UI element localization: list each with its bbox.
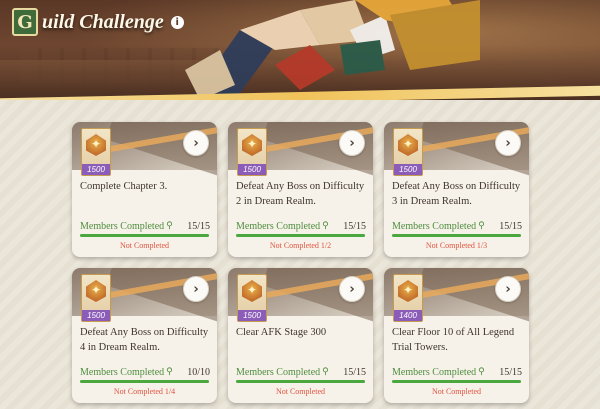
members-completed-label: Members Completed <box>80 366 165 378</box>
progress-fill <box>80 234 209 237</box>
reward-item[interactable]: 1500 <box>81 128 111 176</box>
challenge-card[interactable]: 1500 › Defeat Any Boss on Difficulty 4 i… <box>72 268 217 403</box>
reward-item[interactable]: 1500 <box>393 128 423 176</box>
chevron-right-icon: › <box>349 135 355 151</box>
chevron-right-icon: › <box>193 135 199 151</box>
progress-bar <box>392 234 521 237</box>
progress-fill <box>236 234 365 237</box>
members-count: 15/15 <box>499 220 522 232</box>
guild-medal-icon <box>398 280 418 302</box>
progress-fill <box>236 380 365 383</box>
progress-fill <box>80 380 209 383</box>
members-completed-row[interactable]: Members Completed ⚲ 15/15 <box>236 219 366 233</box>
challenge-card[interactable]: 1500 › Defeat Any Boss on Difficulty 2 i… <box>228 122 373 257</box>
challenge-card[interactable]: 1400 › Clear Floor 10 of All Legend Tria… <box>384 268 529 403</box>
challenge-card[interactable]: 1500 › Clear AFK Stage 300 Members Compl… <box>228 268 373 403</box>
status-text: Not Completed <box>431 387 482 396</box>
magnifier-icon[interactable]: ⚲ <box>166 367 173 377</box>
hands-together-artwork <box>185 0 480 100</box>
challenge-description: Defeat Any Boss on Difficulty 3 in Dream… <box>392 181 521 207</box>
status-text: Not Completed <box>119 241 170 250</box>
guild-medal-icon <box>86 280 106 302</box>
guild-medal-icon <box>398 134 418 156</box>
members-completed-row[interactable]: Members Completed ⚲ 15/15 <box>392 365 522 379</box>
members-count: 15/15 <box>343 220 366 232</box>
challenge-description: Clear AFK Stage 300 <box>236 327 327 338</box>
magnifier-icon[interactable]: ⚲ <box>478 221 485 231</box>
members-completed-label: Members Completed <box>236 366 321 378</box>
reward-amount: 1400 <box>394 310 422 321</box>
members-completed-row[interactable]: Members Completed ⚲ 10/10 <box>80 365 210 379</box>
status-text: Not Completed 1/3 <box>425 241 488 250</box>
chevron-right-icon: › <box>505 281 511 297</box>
challenge-description: Clear Floor 10 of All Legend Trial Tower… <box>392 327 515 353</box>
progress-bar <box>80 380 209 383</box>
page-title-text: uild Challenge <box>42 10 164 33</box>
status-text: Not Completed <box>275 387 326 396</box>
go-button[interactable]: › <box>183 276 209 302</box>
chevron-right-icon: › <box>349 281 355 297</box>
challenge-card[interactable]: 1500 › Complete Chapter 3. Members Compl… <box>72 122 217 257</box>
members-completed-label: Members Completed <box>392 220 477 232</box>
members-count: 15/15 <box>343 366 366 378</box>
guild-medal-icon <box>242 280 262 302</box>
reward-item[interactable]: 1500 <box>237 128 267 176</box>
magnifier-icon[interactable]: ⚲ <box>322 367 329 377</box>
progress-bar <box>236 380 365 383</box>
reward-amount: 1500 <box>82 164 110 175</box>
reward-amount: 1500 <box>82 310 110 321</box>
info-icon[interactable]: i <box>170 15 184 29</box>
magnifier-icon[interactable]: ⚲ <box>478 367 485 377</box>
progress-fill <box>392 234 521 237</box>
members-count: 15/15 <box>499 366 522 378</box>
chevron-right-icon: › <box>505 135 511 151</box>
members-count: 10/10 <box>187 366 210 378</box>
challenge-card[interactable]: 1500 › Defeat Any Boss on Difficulty 3 i… <box>384 122 529 257</box>
reward-amount: 1500 <box>238 164 266 175</box>
magnifier-icon[interactable]: ⚲ <box>322 221 329 231</box>
guild-banner: G uild Challenge i <box>0 0 600 100</box>
go-button[interactable]: › <box>339 276 365 302</box>
challenge-description: Complete Chapter 3. <box>80 181 168 192</box>
title-initial-badge: G <box>12 8 38 36</box>
reward-item[interactable]: 1500 <box>81 274 111 322</box>
status-text: Not Completed 1/4 <box>113 387 176 396</box>
members-completed-row[interactable]: Members Completed ⚲ 15/15 <box>392 219 522 233</box>
challenge-description: Defeat Any Boss on Difficulty 2 in Dream… <box>236 181 365 207</box>
reward-item[interactable]: 1400 <box>393 274 423 322</box>
guild-medal-icon <box>242 134 262 156</box>
go-button[interactable]: › <box>183 130 209 156</box>
progress-bar <box>392 380 521 383</box>
chevron-right-icon: › <box>193 281 199 297</box>
magnifier-icon[interactable]: ⚲ <box>166 221 173 231</box>
go-button[interactable]: › <box>495 130 521 156</box>
members-completed-label: Members Completed <box>236 220 321 232</box>
go-button[interactable]: › <box>495 276 521 302</box>
challenge-description: Defeat Any Boss on Difficulty 4 in Dream… <box>80 327 209 353</box>
members-count: 15/15 <box>187 220 210 232</box>
reward-amount: 1500 <box>394 164 422 175</box>
challenge-grid: 1500 › Complete Chapter 3. Members Compl… <box>0 100 600 409</box>
members-completed-label: Members Completed <box>392 366 477 378</box>
reward-amount: 1500 <box>238 310 266 321</box>
reward-item[interactable]: 1500 <box>237 274 267 322</box>
page-title: G uild Challenge i <box>12 8 184 36</box>
members-completed-label: Members Completed <box>80 220 165 232</box>
status-text: Not Completed 1/2 <box>269 241 332 250</box>
members-completed-row[interactable]: Members Completed ⚲ 15/15 <box>236 365 366 379</box>
progress-fill <box>392 380 521 383</box>
members-completed-row[interactable]: Members Completed ⚲ 15/15 <box>80 219 210 233</box>
progress-bar <box>236 234 365 237</box>
progress-bar <box>80 234 209 237</box>
guild-medal-icon <box>86 134 106 156</box>
go-button[interactable]: › <box>339 130 365 156</box>
